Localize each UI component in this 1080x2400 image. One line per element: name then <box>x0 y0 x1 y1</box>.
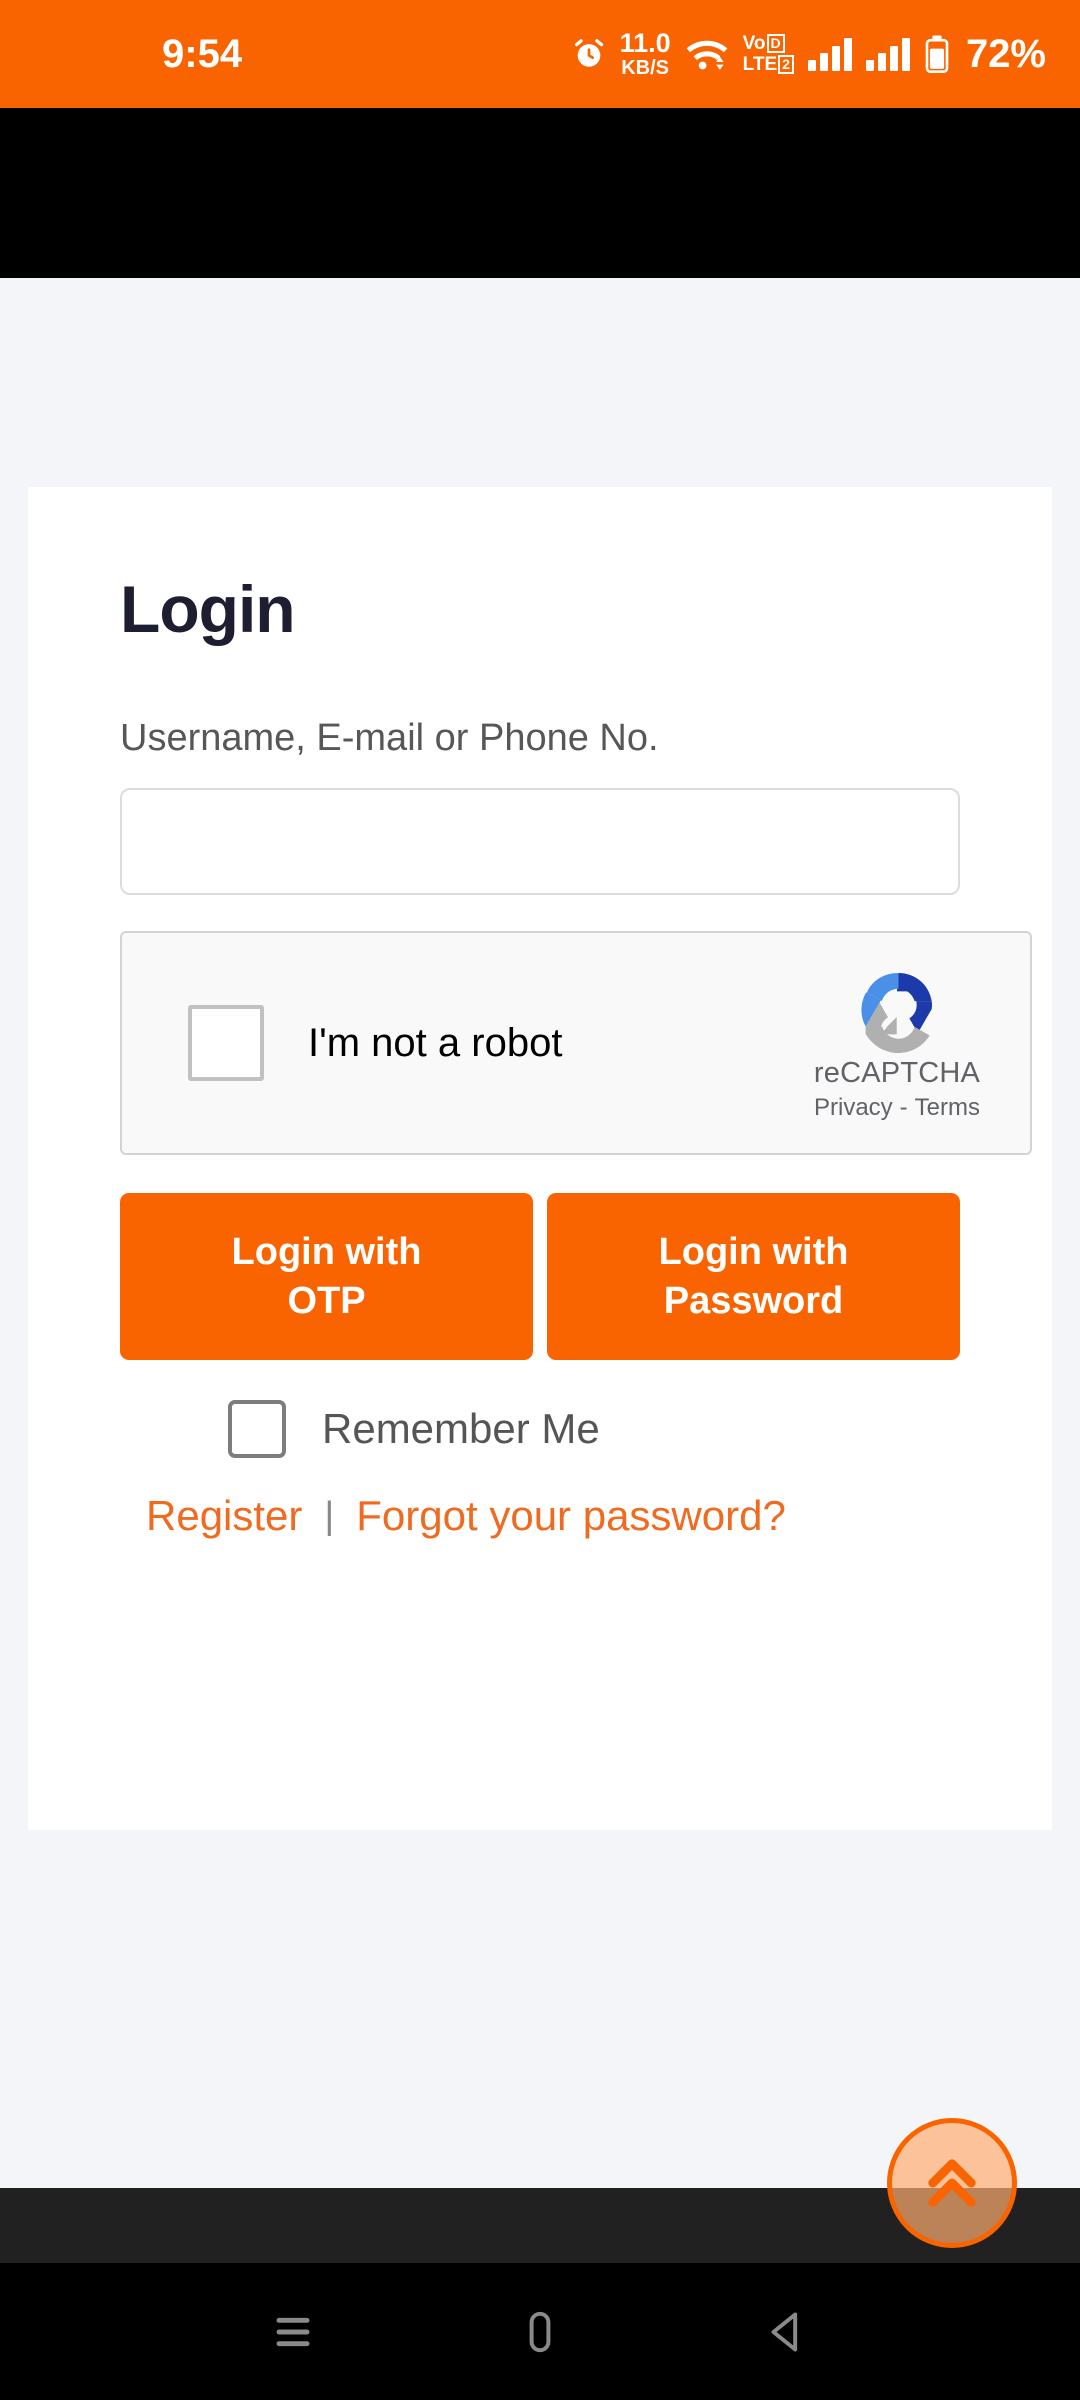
battery-percentage: 72% <box>965 32 1046 76</box>
android-nav-bar <box>0 2263 1080 2400</box>
app-header-bar <box>0 108 1080 278</box>
recaptcha-legal-separator: - <box>899 1094 908 1121</box>
volte-badge-2: 2 <box>778 55 794 74</box>
back-icon <box>759 2304 815 2360</box>
recaptcha-widget[interactable]: I'm not a robot reCAPTCHA Privacy - Term… <box>120 931 1032 1155</box>
login-with-otp-button[interactable]: Login with OTP <box>120 1193 533 1360</box>
volte-label-line1: Vo <box>742 33 766 54</box>
volte-indicator: Vo D LTE 2 <box>743 34 794 74</box>
recents-icon <box>265 2304 321 2360</box>
network-speed-value: 11.0 <box>619 28 671 58</box>
recaptcha-terms-link[interactable]: Terms <box>915 1094 980 1122</box>
wifi-icon <box>685 37 729 71</box>
register-link[interactable]: Register <box>146 1492 302 1540</box>
home-button[interactable] <box>480 2272 600 2392</box>
login-card: Login Username, E-mail or Phone No. I'm … <box>28 487 1052 1830</box>
recaptcha-privacy-link[interactable]: Privacy <box>814 1094 893 1122</box>
network-speed-indicator: 11.0 KB/S <box>619 28 671 79</box>
page-title: Login <box>120 572 296 646</box>
remember-me-label: Remember Me <box>322 1405 600 1452</box>
network-speed-unit: KB/S <box>621 57 670 79</box>
username-input[interactable] <box>120 788 960 895</box>
recaptcha-legal-links: Privacy - Terms <box>814 1094 980 1122</box>
home-icon <box>512 2304 568 2360</box>
double-chevron-up-icon <box>919 2150 985 2216</box>
volte-label-line2: LTE <box>742 54 778 75</box>
recaptcha-logo-icon <box>850 959 944 1053</box>
status-bar-clock: 9:54 <box>162 32 243 76</box>
signal-bars-sim2-icon <box>865 37 910 71</box>
back-button[interactable] <box>727 2272 847 2392</box>
battery-icon <box>924 34 950 74</box>
status-bar: 9:54 11.0 KB/S Vo D LTE 2 72% <box>0 0 1080 108</box>
volte-badge-d: D <box>766 34 785 53</box>
recaptcha-branding: reCAPTCHA Privacy - Terms <box>782 959 1012 1122</box>
status-bar-icons: 11.0 KB/S Vo D LTE 2 72% <box>572 30 1046 78</box>
remember-me-row[interactable]: Remember Me <box>228 1400 1052 1458</box>
auth-links-row: Register | Forgot your password? <box>146 1492 1052 1540</box>
remember-me-checkbox[interactable] <box>228 1400 286 1458</box>
recents-button[interactable] <box>233 2272 353 2392</box>
login-button-group: Login with OTP Login with Password <box>120 1193 960 1360</box>
recaptcha-brand-name: reCAPTCHA <box>813 1057 981 1089</box>
recaptcha-label: I'm not a robot <box>308 1020 563 1065</box>
scroll-to-top-button[interactable] <box>887 2118 1017 2248</box>
forgot-password-link[interactable]: Forgot your password? <box>356 1492 786 1540</box>
alarm-clock-icon <box>572 37 606 71</box>
page-content: Login Username, E-mail or Phone No. I'm … <box>0 278 1080 2200</box>
recaptcha-checkbox[interactable] <box>188 1005 264 1081</box>
links-separator: | <box>324 1494 335 1537</box>
login-with-password-button[interactable]: Login with Password <box>547 1193 960 1360</box>
username-field-label: Username, E-mail or Phone No. <box>120 717 659 759</box>
signal-bars-sim1-icon <box>807 37 852 71</box>
